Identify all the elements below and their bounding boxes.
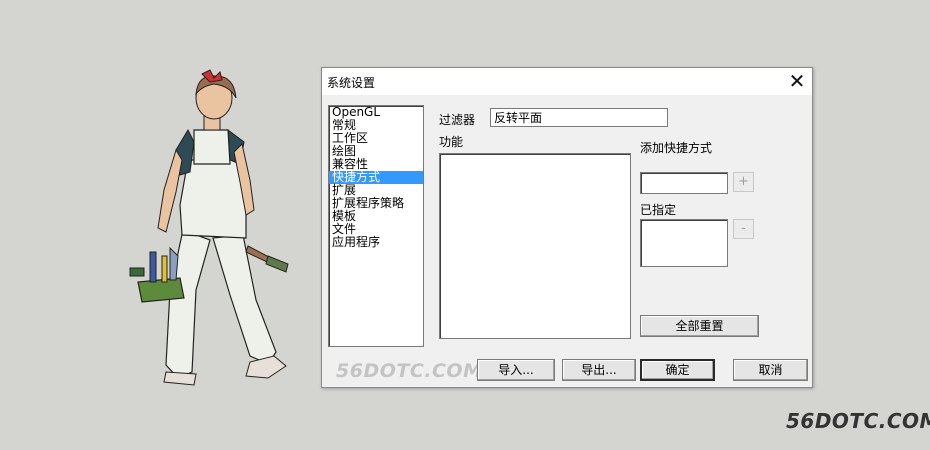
remove-shortcut-button[interactable]: - (733, 219, 754, 239)
add-shortcut-button[interactable]: + (733, 172, 754, 192)
function-label: 功能 (439, 135, 464, 149)
filter-label: 过滤器 (439, 113, 476, 127)
export-button[interactable]: 导出... (562, 359, 636, 381)
system-settings-dialog: 系统设置 ✕ OpenGL 常规 工作区 绘图 兼容性 快捷方式 扩展 扩展程序… (321, 67, 813, 388)
category-list[interactable]: OpenGL 常规 工作区 绘图 兼容性 快捷方式 扩展 扩展程序策略 模板 文… (328, 105, 424, 347)
title-bar[interactable]: 系统设置 ✕ (322, 68, 812, 95)
import-button[interactable]: 导入... (477, 359, 555, 381)
add-shortcut-label: 添加快捷方式 (640, 141, 713, 155)
filter-input[interactable] (490, 108, 668, 127)
window-title: 系统设置 (327, 76, 376, 90)
assigned-list[interactable] (640, 219, 728, 267)
close-icon[interactable]: ✕ (786, 70, 808, 92)
function-list[interactable] (439, 153, 631, 339)
category-item-applications[interactable]: 应用程序 (329, 236, 423, 249)
shortcut-input[interactable] (640, 172, 728, 194)
reset-all-button[interactable]: 全部重置 (640, 315, 759, 337)
page-watermark: 56DOTC.COM (786, 409, 930, 433)
ok-button[interactable]: 确定 (640, 359, 715, 381)
dialog-watermark: 56DOTC.COM (336, 360, 483, 382)
assigned-label: 已指定 (640, 203, 677, 217)
cancel-button[interactable]: 取消 (733, 359, 808, 381)
worker-illustration (118, 60, 308, 395)
